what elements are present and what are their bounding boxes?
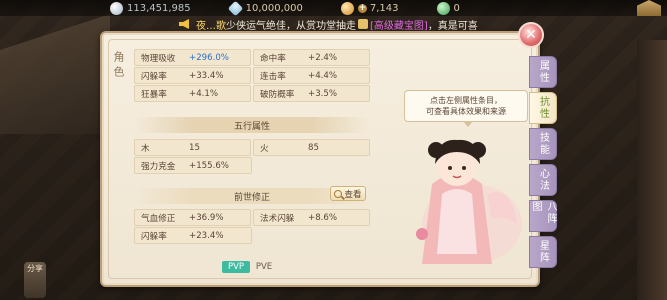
background-building xyxy=(0,14,110,134)
add-coin-icon[interactable]: + xyxy=(357,3,367,13)
attribute-label: 闪躲率 xyxy=(141,71,167,82)
attribute-label: 破防概率 xyxy=(260,89,295,100)
side-tab[interactable]: 技能 xyxy=(529,128,557,160)
share-button[interactable]: 分享 xyxy=(24,262,46,298)
gem-value: 10,000,000 xyxy=(245,2,303,14)
attribute-value: +4.1% xyxy=(189,88,219,99)
attribute-value: +3.5% xyxy=(308,88,338,99)
attribute-label: 火 xyxy=(260,143,269,154)
announcement-text: 少侠运气绝佳，从赏功堂抽走 xyxy=(226,20,356,32)
silver-coin-icon xyxy=(110,1,123,15)
attribute-cell[interactable]: 命中率 +2.4% xyxy=(253,49,370,66)
view-button-label: 查看 xyxy=(344,189,362,200)
background-edge xyxy=(637,40,667,300)
attribute-cell[interactable]: 连击率 +4.4% xyxy=(253,67,370,84)
attribute-cell[interactable]: 闪躲率 +23.4% xyxy=(134,227,252,244)
attribute-row: 气血修正 +36.9% 法术闪躲 +8.6% xyxy=(134,209,370,226)
side-tab[interactable]: 心法 xyxy=(529,164,557,196)
attribute-row: 物理吸收 +296.0% 命中率 +2.4% xyxy=(134,49,370,66)
gem-icon xyxy=(227,0,243,16)
hint-line-1: 点击左侧属性条目， xyxy=(430,96,502,105)
scroll-icon xyxy=(358,19,368,29)
attribute-value: +4.4% xyxy=(308,70,338,81)
horn-icon xyxy=(179,19,189,29)
attribute-label: 气血修正 xyxy=(141,213,176,224)
gem-resource[interactable]: 10,000,000 xyxy=(227,0,303,16)
hint-line-2: 可查看具体效果和来源 xyxy=(426,107,506,116)
share-label: 分享 xyxy=(27,264,43,273)
attribute-value: +8.6% xyxy=(308,212,338,223)
pvp-pve-toggle[interactable]: PVP PVE xyxy=(222,261,278,273)
view-button[interactable]: 查看 xyxy=(330,186,366,201)
hint-tooltip: 点击左侧属性条目， 可查看具体效果和来源 xyxy=(404,90,528,127)
pvp-toggle-option[interactable]: PVP xyxy=(222,261,250,273)
silver-value: 113,451,985 xyxy=(127,2,191,14)
announcement-player-name: 夜…歌 xyxy=(196,20,226,32)
menu-badge-icon[interactable] xyxy=(637,0,661,16)
resource-bar: 113,451,985 10,000,000 + 7,143 0 xyxy=(0,0,667,16)
attribute-cell[interactable]: 木 15 xyxy=(134,139,251,156)
magnifier-icon xyxy=(334,189,343,198)
side-tab[interactable]: 属性 xyxy=(529,56,557,88)
attribute-cell[interactable]: 物理吸收 +296.0% xyxy=(134,49,251,66)
attribute-row: 强力克金 +155.6% xyxy=(134,157,370,174)
jade-resource[interactable]: 0 xyxy=(436,1,460,15)
attribute-row: 闪躲率 +23.4% xyxy=(134,227,370,244)
side-tab[interactable]: 星阵 xyxy=(529,236,557,268)
side-tab[interactable]: 抗性 xyxy=(529,92,557,124)
character-portrait xyxy=(416,139,522,264)
wuxing-attributes: 木 15 火 85 强力克金 +155.6% xyxy=(134,139,370,175)
attribute-value: +296.0% xyxy=(189,52,229,63)
attribute-value: +36.9% xyxy=(189,212,224,223)
side-tab[interactable]: 八阵图 xyxy=(529,200,557,232)
top-attributes: 物理吸收 +296.0% 命中率 +2.4% 闪躲率 +33.4% 连击率 +4.4% 狂暴率 +… xyxy=(134,49,370,103)
close-icon: ✕ xyxy=(525,27,537,43)
attribute-label: 狂暴率 xyxy=(141,89,167,100)
attribute-label: 连击率 xyxy=(260,71,286,82)
attribute-cell[interactable]: 闪躲率 +33.4% xyxy=(134,67,251,84)
announcement-banner: 夜…歌 少侠运气绝佳，从赏功堂抽走 [高级藏宝图] ，真是可喜 xyxy=(178,16,478,32)
announcement-suffix: ，真是可喜 xyxy=(427,20,478,32)
attribute-cell[interactable]: 破防概率 +3.5% xyxy=(253,85,370,102)
attribute-value: +155.6% xyxy=(189,160,229,171)
attribute-value: 15 xyxy=(189,142,200,153)
attribute-value: +23.4% xyxy=(189,230,224,241)
attribute-value: +2.4% xyxy=(308,52,338,63)
panel-side-label: 角色 xyxy=(112,51,125,81)
attribute-label: 物理吸收 xyxy=(141,53,176,64)
coin-resource[interactable]: + 7,143 xyxy=(340,1,399,15)
attribute-cell[interactable]: 火 85 xyxy=(253,139,370,156)
coin-value: 7,143 xyxy=(369,2,399,14)
jade-value: 0 xyxy=(453,2,460,14)
jade-icon xyxy=(436,1,450,15)
attribute-row: 闪躲率 +33.4% 连击率 +4.4% xyxy=(134,67,370,84)
side-tabs: 属性抗性技能心法八阵图星阵 xyxy=(529,56,559,272)
attribute-cell[interactable]: 强力克金 +155.6% xyxy=(134,157,252,174)
attribute-cell[interactable]: 气血修正 +36.9% xyxy=(134,209,251,226)
attribute-row: 木 15 火 85 xyxy=(134,139,370,156)
silver-resource[interactable]: 113,451,985 xyxy=(110,1,191,15)
close-button[interactable]: ✕ xyxy=(518,22,544,48)
attribute-value: +33.4% xyxy=(189,70,224,81)
announcement-item[interactable]: [高级藏宝图] xyxy=(370,17,428,32)
attribute-value: 85 xyxy=(308,142,319,153)
attribute-label: 强力克金 xyxy=(141,161,176,172)
attribute-label: 闪躲率 xyxy=(141,231,167,242)
attribute-row: 狂暴率 +4.1% 破防概率 +3.5% xyxy=(134,85,370,102)
attribute-cell[interactable]: 法术闪躲 +8.6% xyxy=(253,209,370,226)
attribute-label: 法术闪躲 xyxy=(260,213,295,224)
attribute-cell[interactable]: 狂暴率 +4.1% xyxy=(134,85,251,102)
gold-coin-icon xyxy=(340,1,354,15)
wuxing-title: 五行属性 xyxy=(134,117,370,133)
qianshi-attributes: 气血修正 +36.9% 法术闪躲 +8.6% 闪躲率 +23.4% xyxy=(134,209,370,245)
attribute-label: 命中率 xyxy=(260,53,286,64)
pve-toggle-option[interactable]: PVE xyxy=(250,261,278,273)
attribute-label: 木 xyxy=(141,143,150,154)
